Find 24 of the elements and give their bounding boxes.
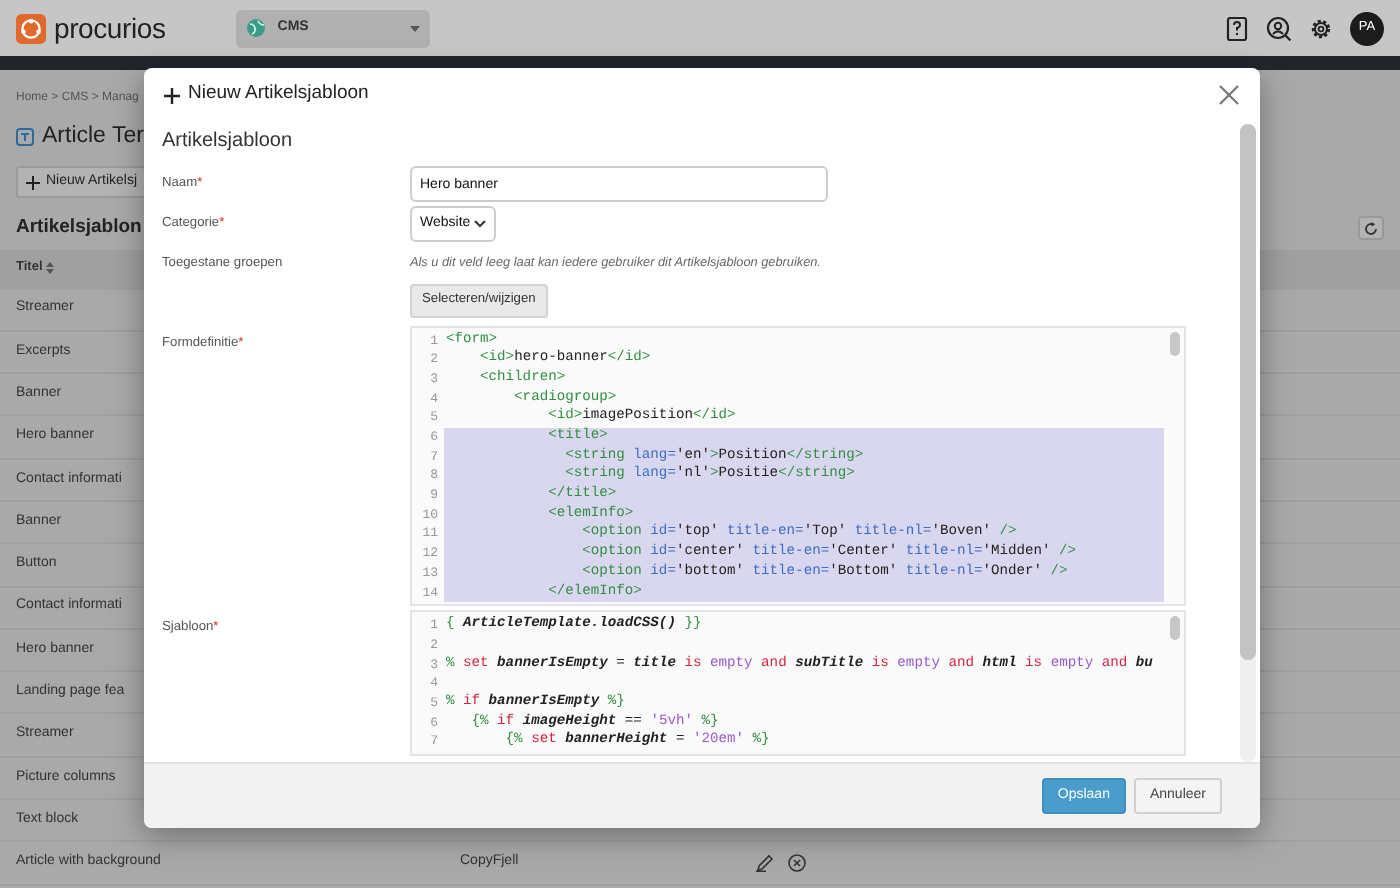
code-editor[interactable] (410, 325, 1186, 607)
form-heading: Artikelsjabloon (162, 128, 295, 156)
plus-icon (26, 175, 40, 190)
logo-text: procurios (54, 9, 166, 48)
settings-icon[interactable] (1308, 15, 1334, 41)
delete-icon[interactable] (788, 854, 806, 872)
caret-icon (409, 25, 420, 31)
refresh-button[interactable] (1358, 216, 1384, 241)
plus-icon (164, 87, 180, 103)
code-editor[interactable] (410, 610, 1186, 757)
modal-title: Nieuw Artikelsjabloon (188, 80, 369, 109)
page-title: Article Ter (42, 122, 144, 152)
section-title: Artikelsjablon (16, 214, 142, 243)
template-icon (16, 128, 34, 147)
edit-icon[interactable] (756, 854, 774, 872)
user-search-icon[interactable] (1266, 15, 1292, 41)
logo-icon (16, 13, 46, 43)
globe-icon (245, 18, 266, 38)
sort-icon[interactable] (46, 262, 55, 274)
help-icon[interactable] (1224, 15, 1250, 41)
chevron-icon (474, 220, 486, 228)
refresh-icon (1364, 221, 1378, 236)
close-button[interactable] (1218, 84, 1240, 106)
scrollbar[interactable] (1240, 124, 1256, 762)
